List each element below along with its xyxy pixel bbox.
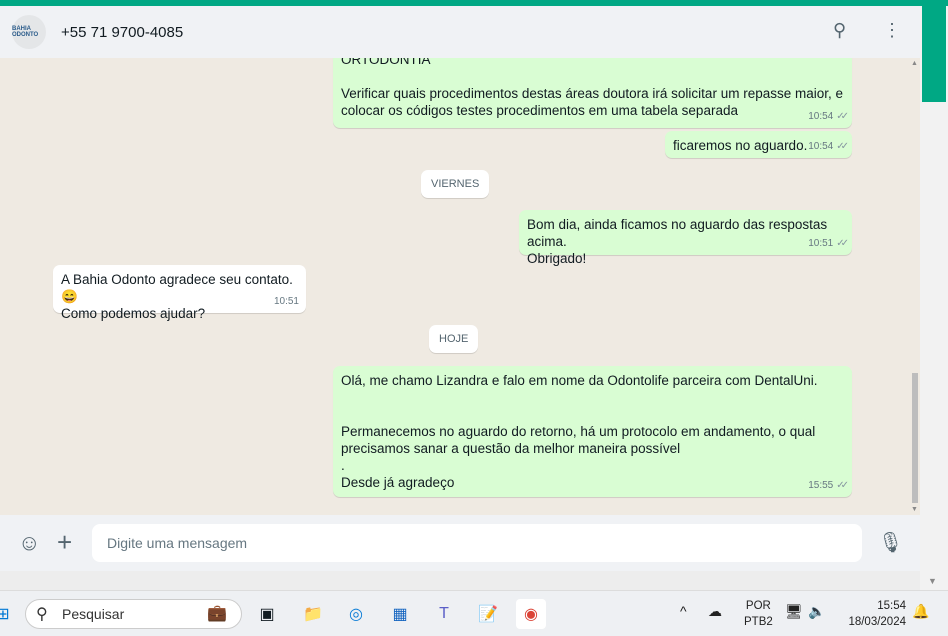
- date-divider: HOJE: [429, 325, 479, 353]
- message-meta: 10:51 ✓✓: [808, 238, 849, 249]
- briefcase-icon: 💼: [207, 605, 227, 622]
- message-meta: 10:51: [273, 296, 299, 307]
- store-icon[interactable]: ▦: [385, 599, 415, 629]
- composer: ☺ + Digite uma mensagem 🎙: [0, 515, 920, 571]
- teams-icon[interactable]: T: [429, 599, 459, 629]
- notepad-icon[interactable]: 📝: [473, 599, 503, 629]
- message-line: .: [341, 458, 345, 473]
- browser-scrollbar[interactable]: ▼: [920, 6, 948, 590]
- input-language[interactable]: POR PTB2: [744, 598, 773, 630]
- window-bottom: [0, 571, 920, 590]
- volume-icon[interactable]: 🔈: [808, 603, 825, 619]
- date-divider: VIERNES: [421, 170, 490, 198]
- message-line: Verificar quais procedimentos destas áre…: [341, 86, 843, 101]
- message-meta: 15:55 ✓✓: [808, 480, 849, 491]
- emoji-icon[interactable]: ☺: [18, 530, 40, 556]
- message-outgoing: Bom dia, ainda ficamos no aguardo das re…: [519, 210, 852, 266]
- clock[interactable]: 15:54 18/03/2024: [840, 598, 906, 630]
- chat-scrollbar[interactable]: ▲ ▼: [911, 58, 919, 515]
- message-line: Permanecemos no aguardo do retorno, há u…: [341, 424, 816, 439]
- plus-icon[interactable]: +: [57, 527, 72, 558]
- message-meta: 10:54 ✓✓: [808, 141, 849, 152]
- search-icon: ⚲: [36, 606, 48, 623]
- message-input[interactable]: Digite uma mensagem: [92, 524, 862, 562]
- message-line: colocar os códigos testes procedimentos …: [341, 103, 738, 118]
- message-line: A Bahia Odonto agradece seu contato. 😄: [61, 272, 293, 304]
- message-line: Bom dia, ainda ficamos no aguardo das re…: [527, 217, 828, 249]
- chrome-icon[interactable]: ◉: [516, 599, 546, 629]
- message-outgoing: Olá, me chamo Lizandra e falo em nome da…: [333, 366, 852, 497]
- read-ticks-icon: ✓✓: [836, 111, 849, 122]
- read-ticks-icon: ✓✓: [836, 141, 849, 152]
- taskbar-search[interactable]: ⚲ Pesquisar 💼: [25, 599, 242, 629]
- search-icon[interactable]: ⚲: [833, 20, 846, 41]
- menu-icon[interactable]: ⋮: [883, 20, 901, 41]
- edge-icon[interactable]: ◎: [341, 599, 371, 629]
- message-meta: 10:54 ✓✓: [808, 111, 849, 122]
- start-icon[interactable]: ⊞: [0, 599, 18, 629]
- message-line: Desde já agradeço: [341, 475, 455, 490]
- task-view-icon[interactable]: ▣: [252, 599, 282, 629]
- read-ticks-icon: ✓✓: [836, 238, 849, 249]
- notification-bell-icon[interactable]: 🔔: [912, 603, 929, 619]
- message-incoming: A Bahia Odonto agradece seu contato. 😄 C…: [53, 265, 306, 321]
- read-ticks-icon: ✓✓: [836, 480, 849, 491]
- search-label: Pesquisar: [62, 606, 125, 622]
- chat-area: ORTODONTIA Verificar quais procedimentos…: [0, 58, 920, 515]
- message-line: ORTODONTIA: [341, 58, 431, 67]
- taskbar: ⊞ ⚲ Pesquisar 💼 ▣ 📁 ◎ ▦ T 📝 ◉ ^ ☁ POR PTB2 …: [0, 590, 948, 636]
- message-text: ficaremos no aguardo.: [673, 138, 808, 153]
- microphone-icon[interactable]: 🎙: [878, 530, 903, 555]
- message-line: Como podemos ajudar?: [61, 306, 206, 321]
- cloud-offline-icon[interactable]: ☁: [708, 603, 722, 619]
- network-icon[interactable]: 🖥: [785, 603, 803, 619]
- message-line: Olá, me chamo Lizandra e falo em nome da…: [341, 373, 818, 388]
- chat-header: BAHIA ODONTO +55 71 9700-4085 ⚲ ⋮: [0, 6, 920, 58]
- avatar[interactable]: BAHIA ODONTO: [12, 15, 46, 49]
- message-outgoing: ORTODONTIA Verificar quais procedimentos…: [333, 58, 852, 128]
- message-line: precisamos sanar a questão da melhor man…: [341, 441, 681, 456]
- message-line: Obrigado!: [527, 251, 587, 266]
- message-outgoing: ficaremos no aguardo. 10:54 ✓✓: [665, 131, 852, 158]
- chevron-up-icon[interactable]: ^: [680, 603, 687, 619]
- contact-name[interactable]: +55 71 9700-4085: [61, 24, 183, 41]
- file-explorer-icon[interactable]: 📁: [298, 599, 328, 629]
